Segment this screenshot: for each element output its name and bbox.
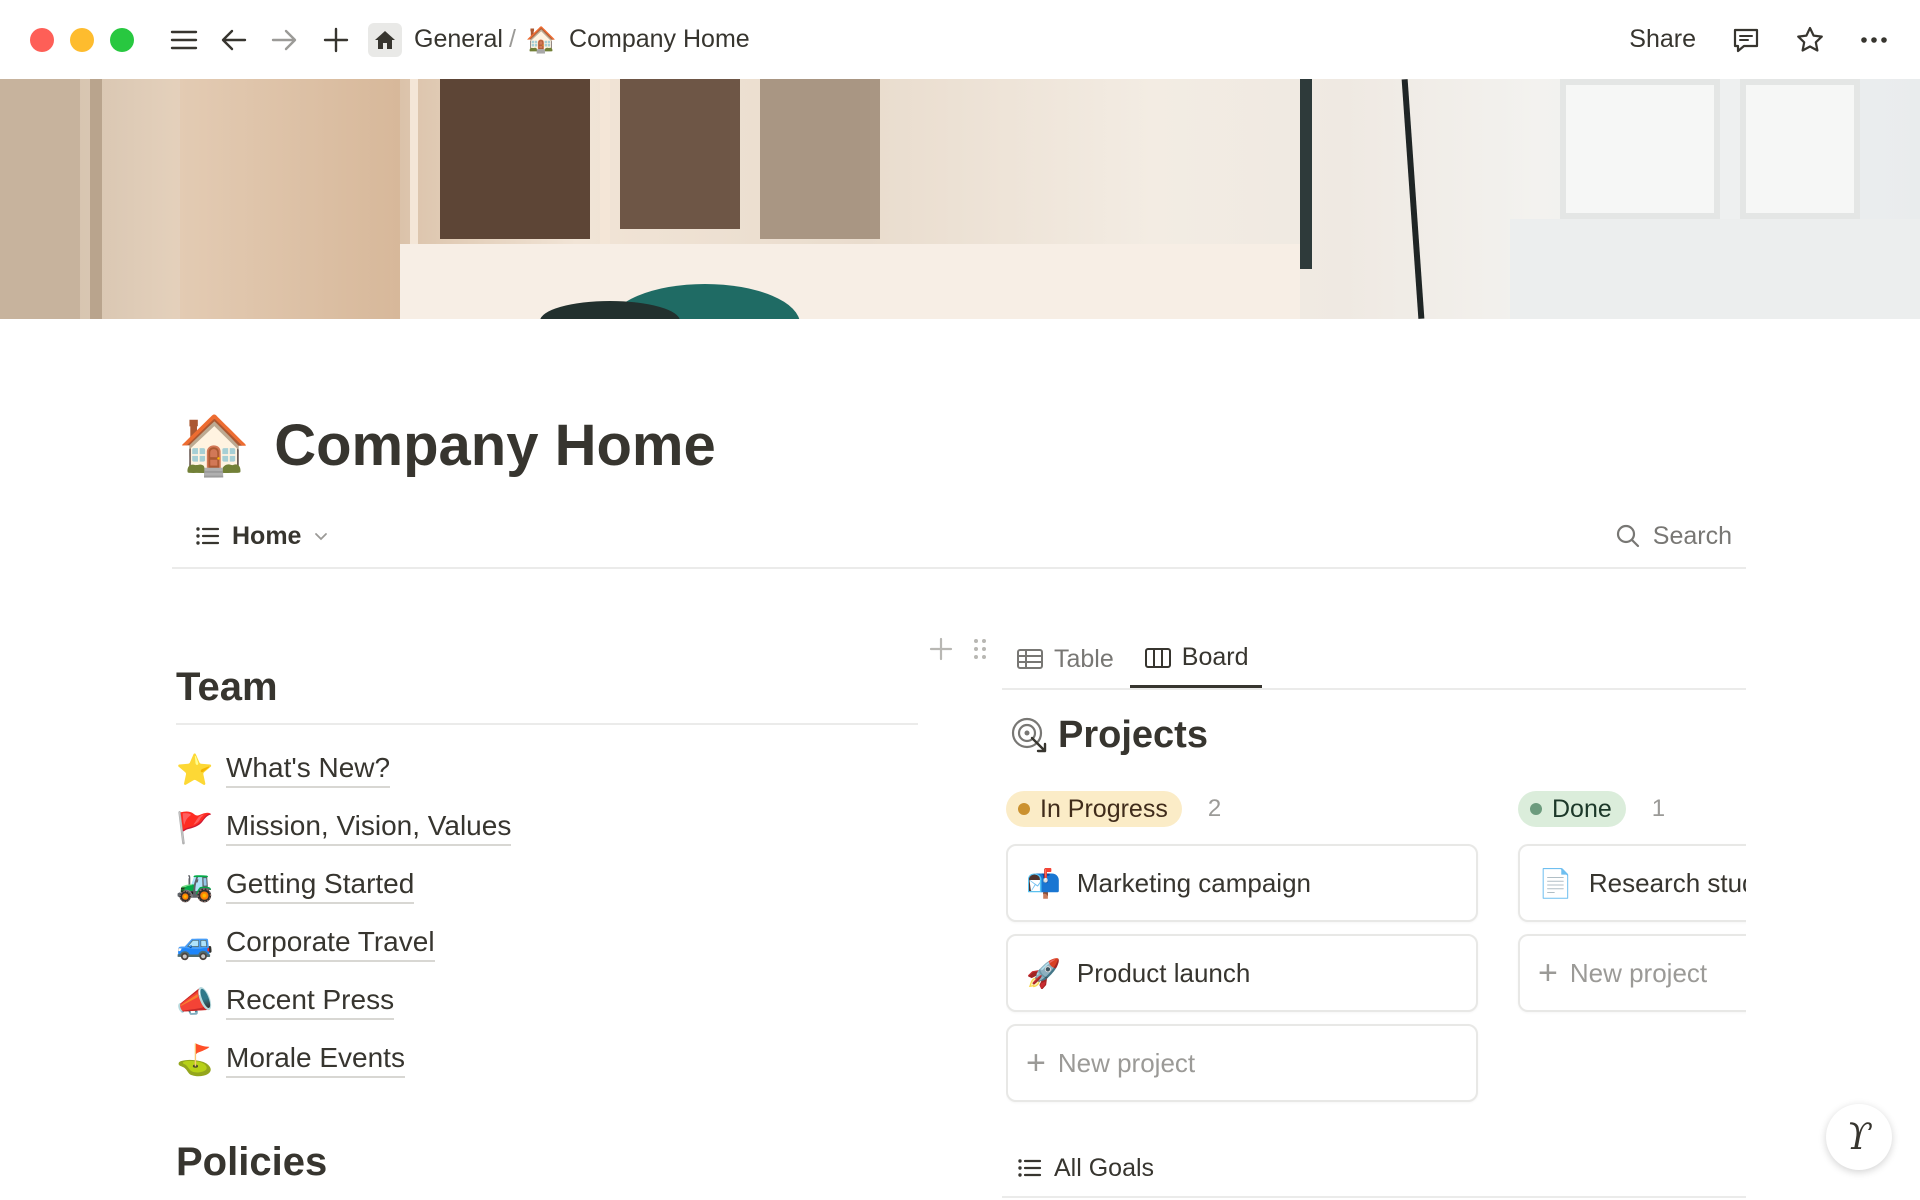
tab-label: Board — [1181, 643, 1249, 671]
new-page-plus-icon[interactable] — [316, 20, 356, 60]
target-icon — [1011, 717, 1047, 753]
team-link-getting-started[interactable]: 🚜 Getting Started — [176, 857, 918, 915]
tab-label: Table — [1054, 644, 1114, 673]
new-project-button[interactable]: + New project — [1518, 934, 1746, 1012]
page-title[interactable]: 🏠 Company Home — [178, 400, 716, 490]
new-project-label: New project — [1569, 957, 1708, 988]
forward-arrow-icon[interactable] — [264, 20, 304, 60]
column-header: Done 1 — [1518, 790, 1746, 828]
status-label: In Progress — [1040, 794, 1168, 823]
document-icon: 📄 — [1538, 866, 1573, 900]
list-icon — [1018, 1159, 1042, 1177]
column-header: In Progress 2 — [1006, 790, 1478, 828]
window-controls — [30, 27, 134, 52]
breadcrumb-page-emoji: 🏠 — [525, 24, 558, 54]
favorite-star-icon[interactable] — [1790, 20, 1830, 60]
rocket-icon: 🚀 — [1026, 956, 1061, 990]
back-arrow-icon[interactable] — [214, 20, 254, 60]
search-icon — [1616, 524, 1639, 548]
megaphone-icon: 📣 — [176, 984, 214, 1020]
close-window-button[interactable] — [30, 27, 54, 52]
projects-board: In Progress 2 📬 Marketing campaign 🚀 Pro… — [1006, 790, 1746, 1130]
breadcrumb-company-home[interactable]: Company Home — [569, 25, 750, 54]
board-column-in-progress: In Progress 2 📬 Marketing campaign 🚀 Pro… — [1006, 790, 1478, 1114]
drag-handle-icon[interactable] — [972, 636, 988, 662]
search-label: Search — [1652, 521, 1732, 550]
status-badge[interactable]: In Progress — [1006, 791, 1182, 827]
page-emoji-icon[interactable]: 🏠 — [178, 411, 250, 480]
search-button[interactable]: Search — [1615, 522, 1732, 551]
database-view-tabs: Table Board — [1002, 630, 1746, 690]
policies-heading: Policies — [176, 1140, 328, 1184]
page-title-text[interactable]: Company Home — [274, 412, 716, 479]
flag-icon: 🚩 — [176, 810, 214, 846]
link-label[interactable]: Mission, Vision, Values — [226, 810, 512, 846]
card-title: Marketing campaign — [1076, 867, 1311, 898]
view-switcher[interactable]: Home — [194, 522, 341, 551]
new-project-button[interactable]: + New project — [1006, 1024, 1478, 1102]
database-title[interactable]: Projects — [1010, 710, 1208, 760]
chevron-down-icon — [315, 533, 328, 541]
team-heading: Team — [176, 655, 918, 725]
link-label[interactable]: Getting Started — [226, 868, 415, 904]
mailbox-icon: 📬 — [1026, 866, 1061, 900]
table-icon — [1017, 649, 1043, 669]
team-link-morale-events[interactable]: ⛳ Morale Events — [176, 1031, 918, 1089]
team-link-list: ⭐ What's New? 🚩 Mission, Vision, Values … — [176, 741, 918, 1089]
link-label[interactable]: Corporate Travel — [226, 926, 435, 962]
project-card[interactable]: 🚀 Product launch — [1006, 934, 1478, 1012]
column-count: 1 — [1651, 795, 1666, 822]
zoom-window-button[interactable] — [110, 27, 134, 52]
board-icon — [1144, 647, 1171, 668]
share-button[interactable]: Share — [1629, 25, 1696, 54]
cover-image[interactable] — [0, 79, 1920, 319]
card-title: Product launch — [1076, 957, 1251, 988]
plus-icon: + — [1026, 1043, 1046, 1082]
tab-table[interactable]: Table — [1002, 630, 1128, 688]
team-link-whats-new[interactable]: ⭐ What's New? — [176, 741, 918, 799]
project-card[interactable]: 📄 Research study — [1518, 844, 1746, 922]
card-title: Research study — [1588, 867, 1746, 898]
more-options-icon[interactable] — [1854, 20, 1894, 60]
list-icon — [196, 527, 220, 545]
link-label[interactable]: Recent Press — [226, 984, 395, 1020]
breadcrumb-general[interactable]: General — [414, 25, 503, 54]
team-section: Team ⭐ What's New? 🚩 Mission, Vision, Va… — [176, 655, 918, 1089]
plus-icon: + — [1538, 953, 1558, 992]
sidebar-menu-icon[interactable] — [164, 20, 204, 60]
view-bar: Home Search — [172, 505, 1746, 569]
help-icon[interactable]: ϒ — [1826, 1104, 1892, 1170]
team-link-mission[interactable]: 🚩 Mission, Vision, Values — [176, 799, 918, 857]
window-titlebar: General / 🏠 Company Home Share — [0, 0, 1920, 79]
house-icon — [368, 22, 402, 57]
tab-board[interactable]: Board — [1129, 630, 1263, 688]
new-project-label: New project — [1057, 1047, 1196, 1078]
all-goals-label: All Goals — [1054, 1153, 1155, 1182]
status-dot-icon — [1018, 803, 1030, 815]
team-link-corporate-travel[interactable]: 🚙 Corporate Travel — [176, 915, 918, 973]
minimize-window-button[interactable] — [70, 27, 94, 52]
project-card[interactable]: 📬 Marketing campaign — [1006, 844, 1478, 922]
column-count: 2 — [1207, 795, 1222, 822]
add-block-plus-icon[interactable] — [928, 636, 954, 662]
block-handles — [928, 636, 988, 662]
database-title-text: Projects — [1058, 713, 1208, 756]
status-badge[interactable]: Done — [1518, 791, 1626, 827]
status-dot-icon — [1530, 803, 1542, 815]
board-column-done: Done 1 📄 Research study + New project — [1518, 790, 1746, 1024]
team-link-recent-press[interactable]: 📣 Recent Press — [176, 973, 918, 1031]
current-view-label: Home — [232, 521, 302, 550]
star-icon: ⭐ — [176, 752, 214, 788]
breadcrumb-separator: / — [508, 25, 516, 53]
comment-icon[interactable] — [1726, 20, 1766, 60]
breadcrumb: General / 🏠 Company Home — [368, 22, 750, 57]
tractor-icon: 🚜 — [176, 868, 214, 904]
titlebar-actions: Share — [1629, 0, 1894, 79]
link-label[interactable]: Morale Events — [226, 1042, 405, 1078]
car-icon: 🚙 — [176, 926, 214, 962]
status-label: Done — [1552, 794, 1612, 823]
all-goals-view[interactable]: All Goals — [1002, 1140, 1746, 1198]
golf-flag-icon: ⛳ — [176, 1042, 214, 1078]
link-label[interactable]: What's New? — [226, 752, 391, 788]
